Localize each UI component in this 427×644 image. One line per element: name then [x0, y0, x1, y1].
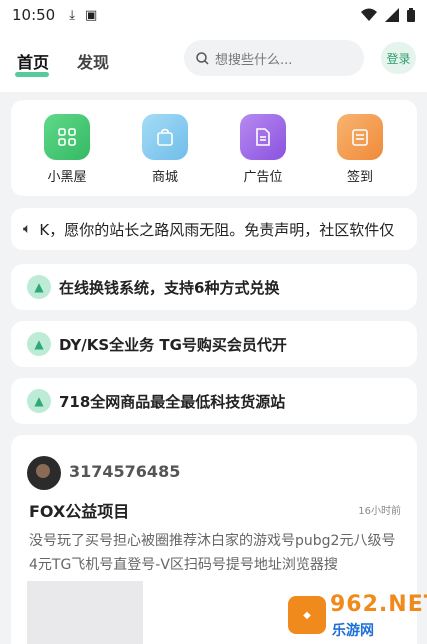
notice-text: K，愿你的站长之路风雨无阻。免责声明，社区软件仅: [39, 220, 395, 239]
pinned-post-title: 718全网商品最全最低科技货源站: [59, 392, 286, 411]
signal-icon: [385, 8, 399, 22]
arrow-up-icon: ▲: [27, 332, 51, 356]
post-username[interactable]: 3174576485: [69, 462, 180, 481]
watermark-site-name: 乐游网: [332, 623, 374, 639]
search-placeholder: 想搜些什么...: [215, 52, 293, 68]
pinned-post[interactable]: ▲ 在线换钱系统，支持6种方式兑换: [11, 264, 417, 310]
shopping-bag-icon: [142, 114, 188, 160]
quick-action-label: 广告位: [243, 170, 283, 185]
battery-icon: [407, 8, 415, 22]
watermark-site: 962.NET: [330, 592, 427, 617]
wifi-icon: [361, 8, 377, 21]
pinned-post[interactable]: ▲ 718全网商品最全最低科技货源站: [11, 378, 417, 424]
grid-icon: [44, 114, 90, 160]
quick-action-checkin[interactable]: 签到: [325, 114, 395, 185]
status-time: 10:50: [12, 6, 56, 24]
pinned-post-title: 在线换钱系统，支持6种方式兑换: [59, 278, 280, 297]
search-icon: [196, 51, 209, 65]
quick-action-label: 签到: [346, 170, 373, 185]
status-bar: 10:50 ⤓ ▣: [0, 0, 427, 30]
watermark: ◆ 962.NET 乐游网: [288, 590, 427, 644]
notice-bar[interactable]: 🔈︎ K，愿你的站长之路风雨无阻。免责声明，社区软件仅: [11, 208, 417, 250]
quick-action-blackroom[interactable]: 小黑屋: [32, 114, 102, 185]
tab-home[interactable]: 首页: [14, 49, 50, 77]
search-input[interactable]: 想搜些什么...: [184, 40, 364, 76]
tab-discover[interactable]: 发现: [77, 49, 109, 73]
avatar[interactable]: [27, 456, 61, 490]
post-title[interactable]: FOX公益项目: [29, 498, 129, 522]
watermark-logo-icon: ◆: [288, 596, 326, 634]
calendar-icon: [337, 114, 383, 160]
quick-action-label: 商城: [151, 170, 178, 185]
login-button[interactable]: 登录: [381, 42, 416, 74]
app-notification-icon: ▣: [84, 7, 98, 23]
post-image[interactable]: [27, 581, 143, 644]
quick-action-label: 小黑屋: [47, 170, 87, 185]
speaker-icon: 🔈︎: [23, 221, 32, 237]
arrow-up-icon: ▲: [27, 389, 51, 413]
top-navigation: 首页 发现 想搜些什么... 登录: [0, 30, 427, 92]
document-icon: [240, 114, 286, 160]
quick-action-ads[interactable]: 广告位: [228, 114, 298, 185]
quick-actions-card: 小黑屋 商城 广告位 签到: [11, 100, 417, 196]
post-time: 16小时前: [358, 506, 401, 517]
quick-action-shop[interactable]: 商城: [130, 114, 200, 185]
download-icon: ⤓: [69, 7, 75, 23]
arrow-up-icon: ▲: [27, 275, 51, 299]
pinned-post[interactable]: ▲ DY/KS全业务 TG号购买会员代开: [11, 321, 417, 367]
pinned-post-title: DY/KS全业务 TG号购买会员代开: [59, 335, 287, 354]
